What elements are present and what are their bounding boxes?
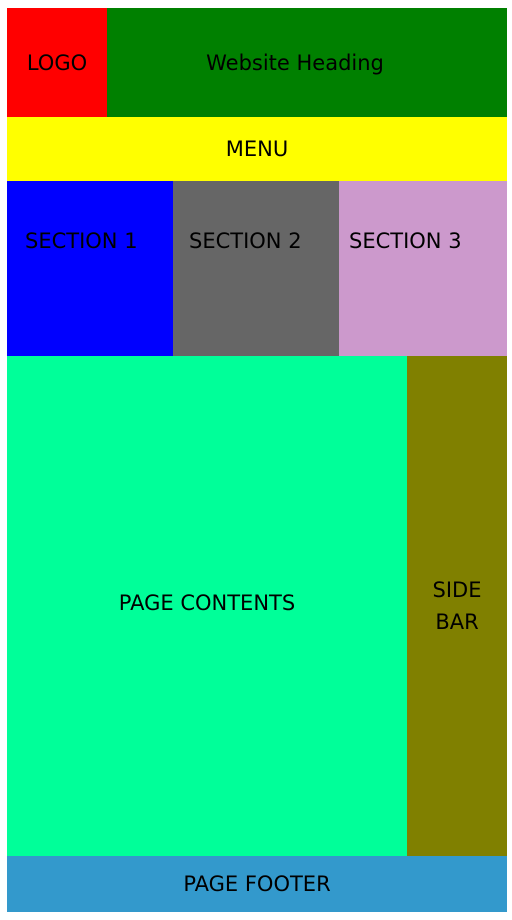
section-3-label: SECTION 3 [349, 229, 462, 253]
section-1-block: SECTION 1 [7, 181, 173, 356]
section-2-block: SECTION 2 [173, 181, 339, 356]
logo-block: LOGO [7, 8, 107, 117]
sidebar-label-line1: SIDE [432, 578, 482, 602]
logo-label: LOGO [26, 50, 88, 75]
section-1-label: SECTION 1 [25, 229, 138, 253]
page-footer-label: PAGE FOOTER [183, 872, 331, 896]
menu-block: MENU [7, 117, 507, 181]
menu-label: MENU [225, 137, 289, 161]
website-heading-block: Website Heading [107, 8, 507, 117]
heading-label: Website Heading [206, 50, 384, 75]
page-contents-block: PAGE CONTENTS [7, 356, 407, 856]
section-3-block: SECTION 3 [339, 181, 507, 356]
page-footer-block: PAGE FOOTER [7, 856, 507, 912]
section-2-label: SECTION 2 [189, 229, 302, 253]
sidebar-label-line2: BAR [435, 610, 479, 634]
page-contents-label: PAGE CONTENTS [118, 591, 296, 615]
sidebar-block: SIDE BAR [407, 356, 507, 856]
